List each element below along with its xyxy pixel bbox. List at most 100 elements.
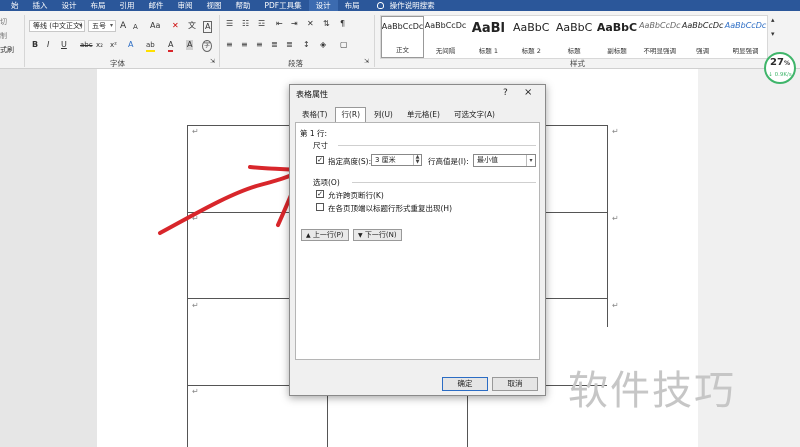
styles-scroll-down-icon[interactable]: ▾ <box>771 29 775 39</box>
tab-help[interactable]: 帮助 <box>229 0 258 11</box>
font-color-button[interactable]: A <box>168 40 174 52</box>
clear-format-icon[interactable]: ✕ <box>172 21 179 31</box>
paragraph-dialog-launcher-icon[interactable]: ⇲ <box>364 57 369 67</box>
style-heading-2[interactable]: AaBbC 标题 2 <box>510 16 553 58</box>
phonetic-guide-button[interactable]: 文 <box>188 21 196 31</box>
char-border-button[interactable]: A <box>203 21 213 33</box>
show-marks-icon[interactable]: ¶ <box>340 19 345 29</box>
specify-height-checkbox[interactable]: ✓ <box>316 156 324 164</box>
superscript-button[interactable]: x² <box>110 40 117 50</box>
borders-icon[interactable]: ▢ <box>340 40 348 50</box>
style-name: 不明显强调 <box>643 47 677 55</box>
paragraph-mark: ↵ <box>612 214 619 223</box>
chinese-layout-icon[interactable]: ✕ <box>307 19 314 29</box>
style-heading-1[interactable]: AaBl 标题 1 <box>467 16 510 58</box>
tab-table-layout[interactable]: 布局 <box>338 0 367 11</box>
distributed-icon[interactable]: ≣ <box>286 40 293 50</box>
tab-mailings[interactable]: 邮件 <box>142 0 171 11</box>
tab-cell[interactable]: 单元格(E) <box>401 107 446 123</box>
tab-design[interactable]: 设计 <box>55 0 84 11</box>
chevron-down-icon: ▾ <box>526 155 535 166</box>
style-intense-emphasis[interactable]: AaBbCcDc 明显强调 <box>724 16 767 58</box>
line-spacing-icon[interactable]: ↕ <box>303 40 310 50</box>
chevron-down-icon: ▾ <box>78 22 82 29</box>
tab-insert[interactable]: 插入 <box>26 0 55 11</box>
tab-table-design[interactable]: 设计 <box>308 0 338 11</box>
bullets-icon[interactable]: ☰ <box>226 19 233 29</box>
change-case-button[interactable]: Aa <box>150 21 160 31</box>
close-icon[interactable]: × <box>524 87 532 98</box>
shading-icon[interactable]: ◈ <box>320 40 326 50</box>
font-dialog-launcher-icon[interactable]: ⇲ <box>210 57 215 67</box>
bold-button[interactable]: B <box>32 40 38 50</box>
style-title[interactable]: AaBbC 标题 <box>553 16 596 58</box>
spinner-arrows-icon[interactable]: ▲ ▼ <box>413 155 421 165</box>
multilevel-list-icon[interactable]: ☲ <box>258 19 265 29</box>
style-normal[interactable]: AaBbCcDc 正文 <box>381 16 425 58</box>
network-speed-widget[interactable]: 27% ↓ 0.9K/s <box>764 52 796 84</box>
cut-button[interactable]: 切 <box>0 15 14 29</box>
specify-height-label: 指定高度(S): <box>328 157 372 166</box>
allow-row-break-label: 允许跨页断行(K) <box>328 191 384 200</box>
style-subtle-emphasis[interactable]: AaBbCcDc 不明显强调 <box>638 16 681 58</box>
ok-button[interactable]: 确定 <box>442 377 488 391</box>
styles-scroll-up-icon[interactable]: ▴ <box>771 15 775 25</box>
align-right-icon[interactable]: ≡ <box>256 40 263 50</box>
row-height-spinner[interactable]: 3 厘米 ▲ ▼ <box>371 154 422 166</box>
previous-row-button[interactable]: ▲ 上一行(P) <box>301 229 349 241</box>
tab-pdf-tools[interactable]: PDF工具集 <box>258 0 309 11</box>
font-size-dropdown[interactable]: 五号 ▾ <box>88 20 116 32</box>
text-effects-button[interactable]: A <box>128 40 133 50</box>
underline-button[interactable]: U <box>61 40 67 50</box>
row-tab-panel: 第 1 行: 尺寸 ✓ 指定高度(S): 3 厘米 ▲ ▼ 行高值是(I): 最小… <box>295 122 540 360</box>
copy-button[interactable]: 制 <box>0 29 14 43</box>
repeat-header-checkbox[interactable] <box>316 203 324 211</box>
tab-column[interactable]: 列(U) <box>368 107 399 123</box>
font-group-label: 字体 <box>110 59 125 68</box>
style-name: 无间隔 <box>435 47 456 55</box>
row-height-value: 3 厘米 <box>375 156 396 164</box>
enclose-char-button[interactable]: 字 <box>202 40 213 52</box>
format-painter-button[interactable]: 式刷 <box>0 43 14 57</box>
grow-font-button[interactable]: A <box>120 21 126 31</box>
char-shading-button[interactable]: A <box>186 40 194 50</box>
tab-home[interactable]: 始 <box>4 0 26 11</box>
increase-indent-icon[interactable]: ⇥ <box>291 19 298 29</box>
lightbulb-icon <box>376 2 384 9</box>
height-mode-select[interactable]: 最小值 ▾ <box>473 154 536 167</box>
ribbon: 切 制 式刷 等线 (中文正文) ▾ 五号 ▾ A A Aa ✕ 文 A B I… <box>0 11 800 69</box>
dialog-tabs: 表格(T) 行(R) 列(U) 单元格(E) 可选文字(A) <box>296 107 503 123</box>
style-no-spacing[interactable]: AaBbCcDc 无间隔 <box>424 16 467 58</box>
justify-icon[interactable]: ≣ <box>271 40 278 50</box>
tab-alt-text[interactable]: 可选文字(A) <box>448 107 501 123</box>
sort-icon[interactable]: ⇅ <box>323 19 330 29</box>
italic-button[interactable]: I <box>47 40 49 50</box>
tab-table[interactable]: 表格(T) <box>296 107 333 123</box>
style-subtitle[interactable]: AaBbC 副标题 <box>596 16 639 58</box>
style-sample: AaBl <box>471 21 505 36</box>
tab-row[interactable]: 行(R) <box>335 107 367 123</box>
align-left-icon[interactable]: ≡ <box>226 40 233 50</box>
tab-view[interactable]: 视图 <box>200 0 229 11</box>
tell-me-search[interactable]: 操作说明搜索 <box>376 0 435 11</box>
numbering-icon[interactable]: ☷ <box>242 19 249 29</box>
table-properties-dialog: 表格属性 ? × 表格(T) 行(R) 列(U) 单元格(E) 可选文字(A) … <box>289 84 546 396</box>
shrink-font-button[interactable]: A <box>133 22 138 32</box>
strikethrough-button[interactable]: abc <box>80 40 93 50</box>
cancel-button[interactable]: 取消 <box>492 377 538 391</box>
tab-review[interactable]: 审阅 <box>171 0 200 11</box>
next-row-button[interactable]: ▼ 下一行(N) <box>353 229 402 241</box>
style-emphasis[interactable]: AaBbCcDc 强调 <box>681 16 724 58</box>
tab-layout[interactable]: 布局 <box>84 0 113 11</box>
decrease-indent-icon[interactable]: ⇤ <box>276 19 283 29</box>
subscript-button[interactable]: x₂ <box>96 40 103 50</box>
align-center-icon[interactable]: ≡ <box>241 40 248 50</box>
help-icon[interactable]: ? <box>503 88 508 98</box>
style-sample: AaBbCcDc <box>424 21 467 30</box>
tab-references[interactable]: 引用 <box>113 0 142 11</box>
allow-row-break-checkbox[interactable]: ✓ <box>316 190 324 198</box>
highlight-button[interactable]: ab <box>146 40 155 52</box>
font-name-dropdown[interactable]: 等线 (中文正文) ▾ <box>29 20 85 32</box>
network-rate: ↓ 0.9K/s <box>768 72 792 78</box>
paragraph-group-label: 段落 <box>288 59 303 68</box>
